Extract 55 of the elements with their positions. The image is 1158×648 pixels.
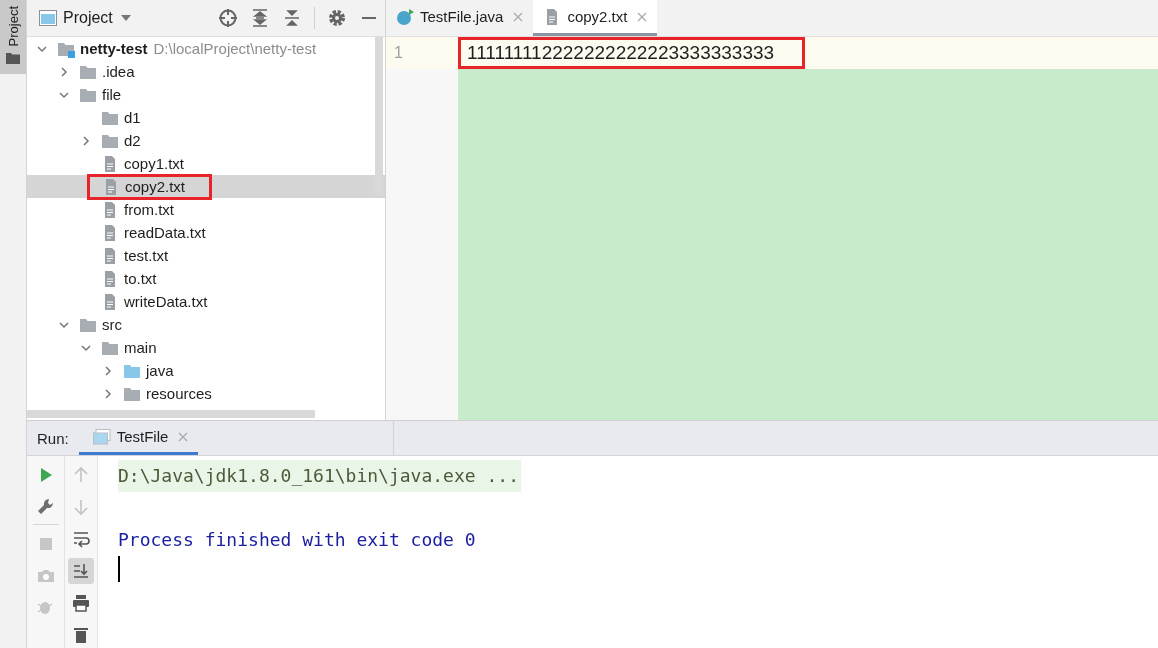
file-name: readData.txt	[124, 224, 206, 241]
run-tab[interactable]: TestFile	[78, 421, 199, 455]
editor-tab[interactable]: copy2.txt	[533, 0, 658, 36]
project-path: D:\localProject\netty-test	[153, 40, 317, 57]
file-name: test.txt	[124, 247, 169, 264]
folder-name: resources	[146, 385, 212, 402]
folder-name: java	[146, 362, 174, 379]
editor-tab[interactable]: TestFile.java	[386, 0, 534, 36]
file-name: copy2.txt	[125, 178, 186, 195]
folder-name: file	[102, 86, 122, 103]
panel-title[interactable]: Project	[63, 9, 113, 27]
scroll-end-icon[interactable]	[68, 558, 94, 584]
folder-name: d2	[124, 132, 141, 149]
tree-row[interactable]: src	[27, 313, 385, 336]
tree-row[interactable]: readData.txt	[27, 221, 385, 244]
scrollbar-thumb[interactable]	[27, 410, 315, 418]
line-number: 1	[393, 44, 404, 62]
console-line: Process finished with exit code 0	[118, 528, 476, 552]
tree-row[interactable]: .idea	[27, 60, 385, 83]
tree-row[interactable]: d1	[27, 106, 385, 129]
close-icon[interactable]	[637, 11, 648, 22]
tree-row[interactable]: java	[27, 359, 385, 382]
folder-name: netty-test	[80, 40, 148, 57]
file-name: writeData.txt	[124, 293, 208, 310]
run-label: Run:	[36, 428, 70, 449]
file-name: from.txt	[124, 201, 174, 218]
folder-icon	[6, 52, 20, 65]
crosshair-icon[interactable]	[218, 8, 238, 28]
tree-row[interactable]: test.txt	[27, 244, 385, 267]
tree-row[interactable]: copy2.txt	[27, 175, 385, 198]
text-cursor	[118, 556, 120, 582]
tree-row[interactable]: d2	[27, 129, 385, 152]
caret-icon[interactable]	[120, 15, 131, 21]
tree-row[interactable]: netty-test D:\localProject\netty-test	[27, 37, 385, 60]
folder-name: d1	[124, 109, 141, 126]
folder-name: .idea	[102, 63, 135, 80]
tree-row[interactable]: file	[27, 83, 385, 106]
file-name: copy1.txt	[124, 155, 185, 172]
collapse-all-icon[interactable]	[282, 8, 302, 28]
folder-name: src	[102, 316, 122, 333]
file-name: to.txt	[124, 270, 157, 287]
tree-row[interactable]: copy1.txt	[27, 152, 385, 175]
window-icon	[92, 427, 111, 446]
tree-row[interactable]: main	[27, 336, 385, 359]
window-icon	[39, 10, 57, 26]
class-icon	[396, 7, 414, 26]
tree-row[interactable]: writeData.txt	[27, 290, 385, 313]
tree-row[interactable]: resources	[27, 382, 385, 405]
scrollbar-thumb[interactable]	[375, 37, 383, 195]
tree-row[interactable]: to.txt	[27, 267, 385, 290]
expand-all-icon[interactable]	[250, 8, 270, 28]
project-tool-button[interactable]: Project	[0, 0, 26, 75]
folder-name: main	[124, 339, 157, 356]
tree-row[interactable]: from.txt	[27, 198, 385, 221]
settings-icon[interactable]	[327, 8, 347, 28]
